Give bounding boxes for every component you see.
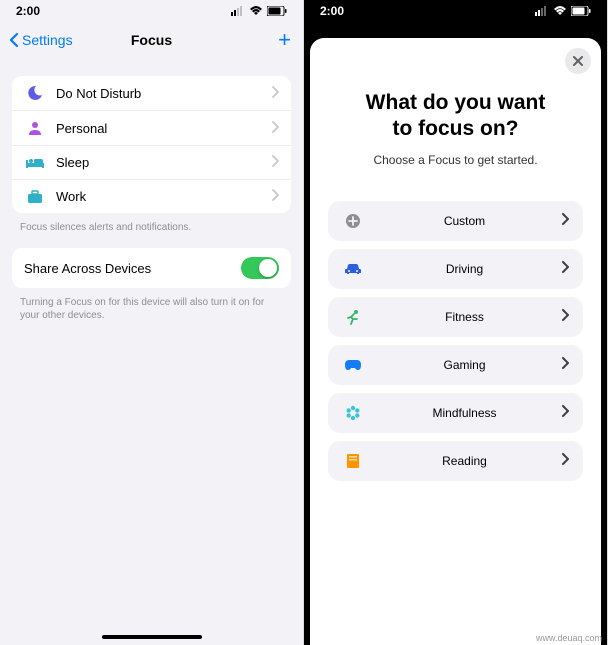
option-custom[interactable]: Custom (328, 201, 583, 241)
wifi-icon (249, 6, 263, 16)
person-icon (24, 120, 46, 136)
option-label: Fitness (368, 310, 561, 324)
home-indicator[interactable] (102, 635, 202, 639)
book-icon (342, 453, 364, 469)
option-label: Reading (368, 454, 561, 468)
option-mindfulness[interactable]: Mindfulness (328, 393, 583, 433)
wifi-icon (553, 6, 567, 16)
chevron-right-icon (561, 357, 569, 372)
sheet-title: What do you want to focus on? (328, 90, 583, 143)
nav-bar: Settings Focus + (0, 22, 303, 58)
option-reading[interactable]: Reading (328, 441, 583, 481)
back-button[interactable]: Settings (8, 32, 73, 48)
focus-item-label: Do Not Disturb (56, 86, 271, 101)
chevron-right-icon (271, 121, 279, 136)
option-gaming[interactable]: Gaming (328, 345, 583, 385)
battery-icon (267, 6, 287, 16)
status-time: 2:00 (16, 4, 40, 18)
plus-circle-icon (342, 213, 364, 229)
status-bar: 2:00 (0, 0, 303, 22)
focus-list-footer: Focus silences alerts and notifications. (0, 217, 303, 234)
option-label: Custom (368, 214, 561, 228)
game-icon (342, 359, 364, 371)
status-icons (231, 6, 287, 16)
chevron-right-icon (561, 453, 569, 468)
option-driving[interactable]: Driving (328, 249, 583, 289)
watermark: www.deuaq.com (536, 633, 602, 643)
chevron-right-icon (561, 261, 569, 276)
focus-item-work[interactable]: Work (12, 180, 291, 213)
option-label: Driving (368, 262, 561, 276)
new-focus-sheet: What do you want to focus on? Choose a F… (310, 38, 601, 645)
cellular-icon (535, 6, 549, 16)
share-label: Share Across Devices (24, 261, 151, 276)
focus-item-dnd[interactable]: Do Not Disturb (12, 76, 291, 111)
focus-item-label: Sleep (56, 155, 271, 170)
focus-item-sleep[interactable]: Sleep (12, 146, 291, 180)
share-toggle[interactable] (241, 257, 279, 279)
focus-item-label: Personal (56, 121, 271, 136)
chevron-right-icon (271, 189, 279, 204)
cellular-icon (231, 6, 245, 16)
moon-icon (24, 85, 46, 101)
focus-item-label: Work (56, 189, 271, 204)
share-across-devices-row[interactable]: Share Across Devices (12, 248, 291, 288)
add-focus-button[interactable]: + (278, 29, 291, 51)
focus-list: Do Not Disturb Personal Sleep Work (12, 76, 291, 213)
focus-settings-screen: 2:00 Settings Focus + Do Not Disturb Per… (0, 0, 304, 645)
chevron-right-icon (561, 405, 569, 420)
bed-icon (24, 156, 46, 170)
sheet-subtitle: Choose a Focus to get started. (328, 153, 583, 167)
status-bar: 2:00 (304, 0, 607, 22)
battery-icon (571, 6, 591, 16)
close-icon (573, 56, 583, 66)
new-focus-screen: 2:00 What do you want to focus on? Choos… (304, 0, 608, 645)
focus-item-personal[interactable]: Personal (12, 111, 291, 146)
status-time: 2:00 (320, 4, 344, 18)
close-button[interactable] (565, 48, 591, 74)
briefcase-icon (24, 190, 46, 204)
chevron-right-icon (271, 86, 279, 101)
option-label: Mindfulness (368, 406, 561, 420)
share-footer: Turning a Focus on for this device will … (0, 292, 303, 322)
focus-options: Custom Driving Fitness Gaming Mindfulnes (328, 201, 583, 481)
chevron-right-icon (561, 213, 569, 228)
chevron-right-icon (561, 309, 569, 324)
back-label: Settings (22, 32, 73, 48)
runner-icon (342, 309, 364, 325)
mind-icon (342, 405, 364, 421)
chevron-right-icon (271, 155, 279, 170)
option-label: Gaming (368, 358, 561, 372)
option-fitness[interactable]: Fitness (328, 297, 583, 337)
status-icons (535, 6, 591, 16)
car-icon (342, 262, 364, 276)
chevron-left-icon (8, 32, 20, 48)
